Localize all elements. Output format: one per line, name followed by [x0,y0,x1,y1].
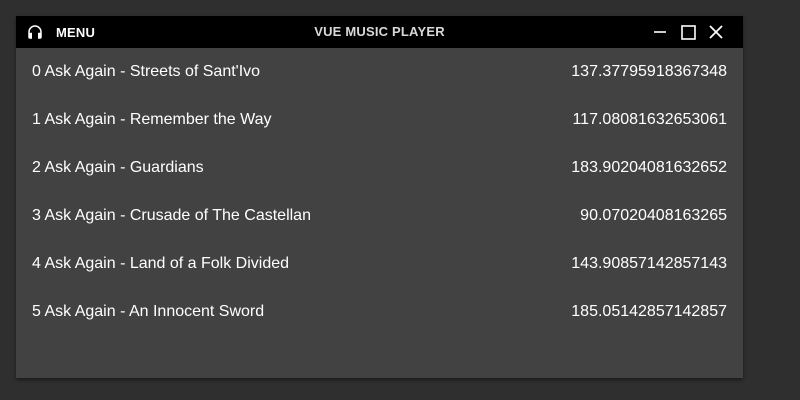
app-title: VUE MUSIC PLAYER [314,24,445,39]
music-player-window: MENU VUE MUSIC PLAYER 0 Ask Again - Stre… [16,16,743,378]
close-icon [709,25,723,39]
track-duration: 143.90857142857143 [571,255,727,272]
minimize-icon [653,25,667,39]
track-title: 4 Ask Again - Land of a Folk Divided [32,255,290,272]
menu-button[interactable]: MENU [26,16,95,48]
track-duration: 90.07020408163265 [580,207,727,224]
track-title: 2 Ask Again - Guardians [32,159,204,176]
minimize-button[interactable] [651,23,669,41]
track-duration: 183.90204081632652 [571,159,727,176]
track-title: 5 Ask Again - An Innocent Sword [32,303,265,320]
titlebar[interactable]: MENU VUE MUSIC PLAYER [16,16,743,48]
track-title: 0 Ask Again - Streets of Sant'Ivo [32,63,261,80]
track-item[interactable]: 4 Ask Again - Land of a Folk Divided 143… [16,240,743,288]
close-button[interactable] [707,23,725,41]
track-duration: 185.05142857142857 [571,303,727,320]
track-title: 3 Ask Again - Crusade of The Castellan [32,207,311,224]
track-item[interactable]: 2 Ask Again - Guardians 183.902040816326… [16,144,743,192]
track-item[interactable]: 5 Ask Again - An Innocent Sword 185.0514… [16,288,743,336]
track-duration: 117.08081632653061 [572,111,727,128]
headphones-icon [26,23,44,41]
track-item[interactable]: 3 Ask Again - Crusade of The Castellan 9… [16,192,743,240]
track-item[interactable]: 1 Ask Again - Remember the Way 117.08081… [16,96,743,144]
menu-label: MENU [56,24,96,40]
track-duration: 137.37795918367348 [571,63,727,80]
track-title: 1 Ask Again - Remember the Way [32,111,272,128]
maximize-icon [680,24,696,40]
maximize-button[interactable] [679,23,697,41]
track-list: 0 Ask Again - Streets of Sant'Ivo 137.37… [16,48,743,336]
window-controls [641,16,725,48]
track-item[interactable]: 0 Ask Again - Streets of Sant'Ivo 137.37… [16,48,743,96]
